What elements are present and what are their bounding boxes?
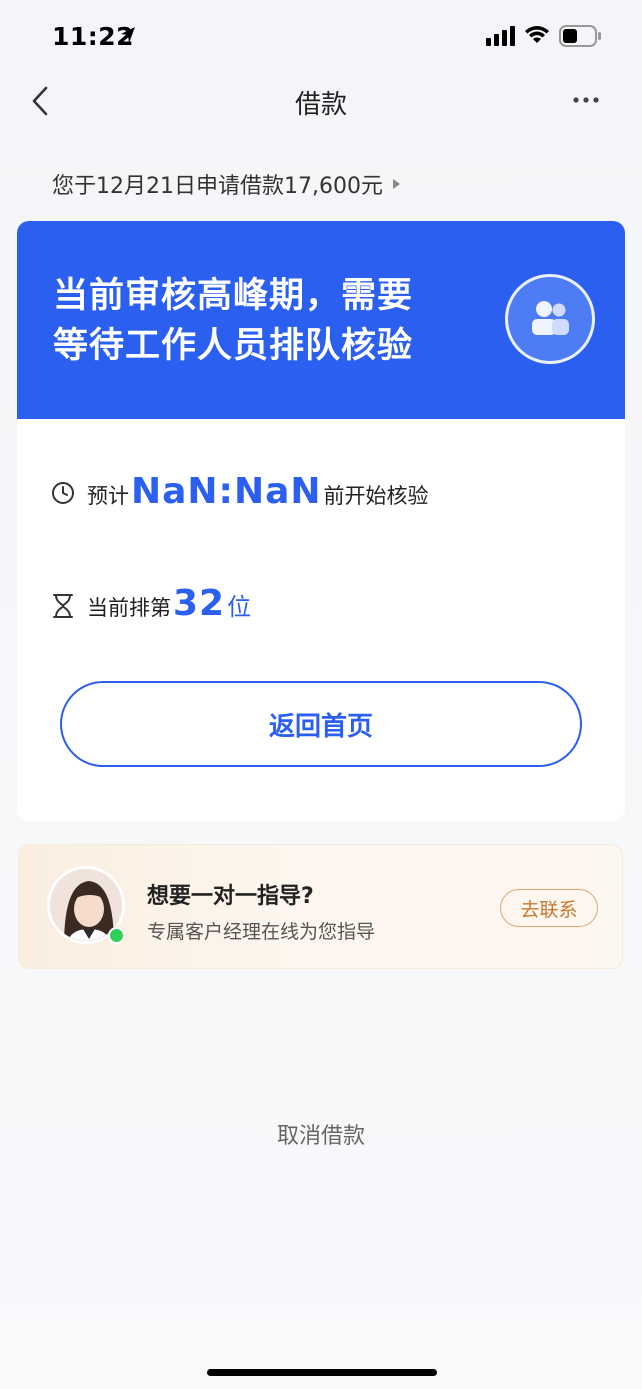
page: 11:22 借款 您于12月21日申请借款17,600元 当前审核高峰期，需要 … xyxy=(0,0,642,1389)
time-prefix: 预计 xyxy=(87,484,129,508)
home-indicator xyxy=(207,1369,437,1376)
estimated-time-value: NaN:NaN xyxy=(131,471,322,512)
time-suffix: 前开始核验 xyxy=(323,484,429,508)
return-home-button[interactable]: 返回首页 xyxy=(60,681,582,767)
card-header: 当前审核高峰期，需要 等待工作人员排队核验 xyxy=(17,221,625,419)
guide-title: 想要一对一指导? xyxy=(147,884,314,909)
queue-position-value: 32 xyxy=(173,583,226,624)
headline-line-2: 等待工作人员排队核验 xyxy=(53,326,414,366)
cancel-loan-link[interactable]: 取消借款 xyxy=(0,1118,642,1150)
clock-icon xyxy=(52,482,74,504)
guide-subtitle: 专属客户经理在线为您指导 xyxy=(147,921,376,943)
more-icon[interactable] xyxy=(568,86,608,114)
application-summary-link[interactable]: 您于12月21日申请借款17,600元 xyxy=(52,168,400,200)
estimated-time-row: 预计 NaN:NaN 前开始核验 xyxy=(51,471,429,512)
battery-icon xyxy=(559,25,601,47)
review-status-card: 当前审核高峰期，需要 等待工作人员排队核验 预计 NaN:NaN 前开始核验 当… xyxy=(17,221,625,821)
chevron-right-icon xyxy=(392,179,400,189)
queue-prefix: 当前排第 xyxy=(87,596,171,620)
guide-banner[interactable]: 想要一对一指导? 专属客户经理在线为您指导 去联系 xyxy=(18,844,623,969)
queue-position-row: 当前排第 32 位 xyxy=(51,583,251,624)
page-title: 借款 xyxy=(294,90,347,120)
queue-suffix: 位 xyxy=(227,593,252,621)
status-bar: 11:22 xyxy=(0,0,642,70)
contact-button[interactable]: 去联系 xyxy=(500,889,598,927)
nav-bar: 借款 xyxy=(0,72,642,128)
card-headline: 当前审核高峰期，需要 等待工作人员排队核验 xyxy=(53,271,413,371)
hourglass-icon xyxy=(53,594,73,618)
signal-icon xyxy=(486,26,515,46)
headline-line-1: 当前审核高峰期，需要 xyxy=(53,276,414,316)
online-status-dot xyxy=(108,927,125,944)
location-arrow-icon xyxy=(121,27,135,43)
users-icon xyxy=(505,274,595,364)
wifi-icon xyxy=(525,26,549,43)
application-summary-text: 您于12月21日申请借款17,600元 xyxy=(52,174,383,199)
